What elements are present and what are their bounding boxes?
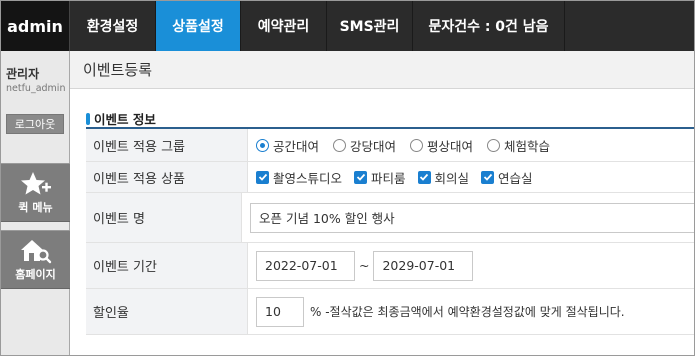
option-label: 촬영스튜디오: [273, 170, 343, 186]
products-label: 이벤트 적용 상품: [86, 162, 248, 192]
group-option-auditorium[interactable]: 강당대여: [333, 136, 396, 155]
group-option-space[interactable]: 공간대여: [256, 136, 319, 155]
check-icon: [356, 173, 365, 181]
radio[interactable]: [487, 138, 501, 152]
option-label: 강당대여: [350, 138, 397, 154]
period-row: 이벤트 기간 2022-07-01 ~ 2029-07-01: [86, 243, 694, 289]
product-option-practiceroom[interactable]: 연습실: [481, 168, 533, 187]
check-icon: [258, 173, 267, 181]
radio[interactable]: [333, 138, 347, 152]
tab-settings[interactable]: 환경설정: [70, 1, 156, 51]
tab-product-settings[interactable]: 상품설정: [156, 1, 241, 51]
homepage-label: 홈페이지: [15, 267, 56, 281]
option-label: 평상대여: [427, 138, 474, 154]
section-title-text: 이벤트 정보: [94, 112, 156, 127]
tab-reservations[interactable]: 예약관리: [241, 1, 327, 51]
main-content: 이벤트등록 이벤트 정보 이벤트 적용 그룹 공간대여 강당대여 평상대여 체험…: [70, 51, 694, 355]
discount-note: % -절삭값은 최종금액에서 예약환경설정값에 맞게 절삭됩니다.: [310, 305, 625, 319]
name-label: 이벤트 명: [86, 193, 242, 242]
start-date-input[interactable]: 2022-07-01: [256, 250, 355, 281]
product-option-partyroom[interactable]: 파티룸: [354, 168, 406, 187]
checkbox-checked[interactable]: [481, 170, 495, 184]
top-nav: admin 환경설정 상품설정 예약관리 SMS관리 문자건수 : 0건 남음: [1, 1, 694, 51]
option-label: 파티룸: [371, 170, 406, 186]
checkbox-checked[interactable]: [354, 170, 368, 184]
name-row: 이벤트 명 오픈 기념 10% 할인 행사: [86, 193, 694, 243]
check-icon: [419, 173, 429, 181]
period-label: 이벤트 기간: [86, 243, 248, 288]
group-option-platform[interactable]: 평상대여: [410, 136, 473, 155]
sms-balance: 문자건수 : 0건 남음: [413, 1, 565, 51]
logout-button[interactable]: 로그아웃: [6, 114, 64, 134]
homepage-button[interactable]: 홈페이지: [1, 230, 70, 289]
option-label: 회의실: [434, 170, 470, 186]
page-title: 이벤트등록: [70, 51, 694, 89]
group-label: 이벤트 적용 그룹: [86, 129, 248, 161]
discount-row: 할인율 10 % -절삭값은 최종금액에서 예약환경설정값에 맞게 절삭됩니다.: [86, 289, 694, 335]
group-option-experience[interactable]: 체험학습: [487, 136, 550, 155]
group-row: 이벤트 적용 그룹 공간대여 강당대여 평상대여 체험학습: [86, 129, 694, 162]
tab-sms[interactable]: SMS관리: [327, 1, 413, 51]
user-info: 관리자 netfu_admin: [1, 51, 69, 94]
period-separator: ~: [359, 258, 370, 273]
discount-label: 할인율: [86, 289, 248, 334]
checkbox-checked[interactable]: [417, 170, 431, 184]
radio[interactable]: [410, 138, 424, 152]
app-window: admin 환경설정 상품설정 예약관리 SMS관리 문자건수 : 0건 남음 …: [0, 0, 695, 356]
option-label: 공간대여: [273, 138, 320, 154]
check-icon: [483, 173, 492, 181]
quick-menu-label: 퀵 메뉴: [18, 200, 53, 214]
products-row: 이벤트 적용 상품 촬영스튜디오 파티룸 회의실 연습실: [86, 162, 694, 193]
product-option-meetingroom[interactable]: 회의실: [417, 168, 470, 187]
admin-logo[interactable]: admin: [1, 1, 70, 51]
option-label: 연습실: [498, 170, 533, 186]
section-marker: [86, 112, 90, 125]
checkbox-checked[interactable]: [256, 170, 269, 184]
end-date-input[interactable]: 2029-07-01: [373, 250, 474, 281]
discount-rate-input[interactable]: 10: [256, 296, 304, 327]
user-role: 관리자: [6, 67, 40, 81]
radio-selected[interactable]: [256, 138, 269, 152]
user-id: netfu_admin: [6, 83, 66, 94]
section-title: 이벤트 정보: [86, 109, 156, 128]
quick-menu-button[interactable]: 퀵 메뉴: [1, 163, 70, 222]
sidebar: 관리자 netfu_admin 로그아웃 퀵 메뉴 홈페이지: [1, 51, 70, 355]
event-name-input[interactable]: 오픈 기념 10% 할인 행사: [250, 202, 694, 233]
home-search-icon: [20, 239, 51, 263]
option-label: 체험학습: [504, 138, 551, 154]
product-option-studio[interactable]: 촬영스튜디오: [256, 168, 342, 187]
star-plus-icon: [20, 171, 51, 194]
